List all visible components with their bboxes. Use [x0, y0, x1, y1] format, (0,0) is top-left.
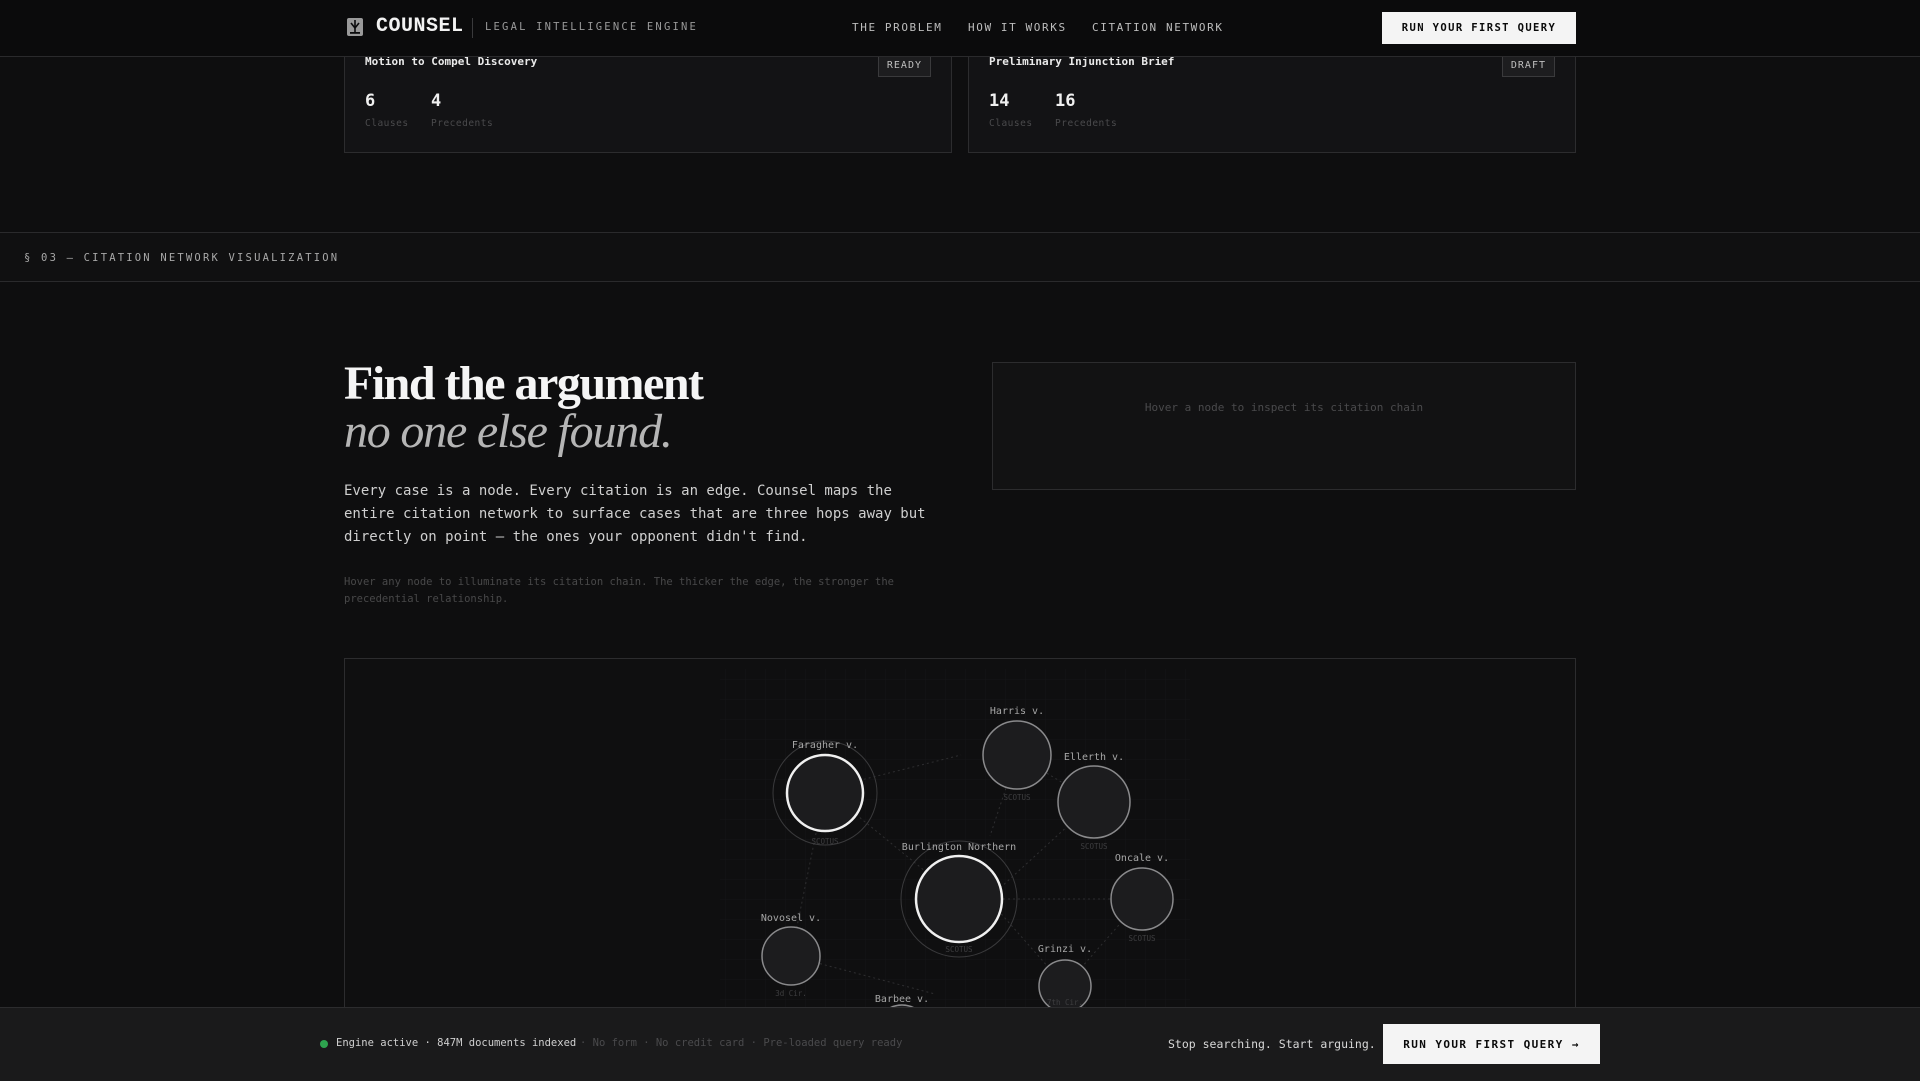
node-label: Novosel v.: [761, 913, 821, 924]
brand-divider: [472, 18, 473, 38]
clauses-count: 6: [365, 91, 376, 111]
node-court: SCOTUS: [1128, 934, 1156, 943]
scales-icon: [347, 18, 363, 36]
node-label: Harris v.: [990, 706, 1044, 717]
inspector-placeholder: Hover a node to inspect its citation cha…: [1144, 401, 1424, 414]
brand-name[interactable]: COUNSEL: [376, 15, 464, 38]
hero-body: Every case is a node. Every citation is …: [344, 483, 926, 545]
nav-link-the-problem[interactable]: THE PROBLEM: [852, 21, 942, 34]
node-court: SCOTUS: [945, 945, 973, 954]
graph-node-faragher[interactable]: Faragher v. SCOTUS: [772, 740, 878, 846]
nav-link-citation-network[interactable]: CITATION NETWORK: [1092, 21, 1224, 34]
engine-status-details: · No form · No credit card · Pre-loaded …: [580, 1037, 903, 1049]
run-query-button-bottom[interactable]: RUN YOUR FIRST QUERY →: [1383, 1024, 1600, 1064]
graph-node-grinzi[interactable]: Grinzi v. 7th Cir.: [1038, 944, 1092, 1007]
status-badge: DRAFT: [1501, 55, 1555, 77]
sticky-cta-bar: [0, 1007, 1920, 1081]
node-court: 3d Cir.: [775, 989, 807, 998]
clauses-label: Clauses: [365, 118, 409, 129]
section-label: § 03 — CITATION NETWORK VISUALIZATION: [24, 252, 340, 264]
status-badge: READY: [877, 55, 931, 77]
node-label: Barbee v.: [875, 994, 929, 1005]
status-indicator-icon: [320, 1040, 328, 1048]
citation-graph: Faragher v. SCOTUS Harris v. SCOTUS Elle…: [720, 669, 1190, 1007]
node-court: 7th Cir.: [1047, 998, 1083, 1007]
precedents-label: Precedents: [431, 118, 494, 129]
hero-hint: Hover any node to illuminate its citatio…: [344, 576, 894, 605]
nav-link-how-it-works[interactable]: HOW IT WORKS: [968, 21, 1067, 34]
citation-inspector-panel: Hover a node to inspect its citation cha…: [992, 362, 1576, 490]
brand-tagline: LEGAL INTELLIGENCE ENGINE: [485, 21, 699, 33]
precedents-label: Precedents: [1055, 118, 1118, 129]
node-label: Ellerth v.: [1064, 752, 1124, 763]
footer-tagline: Stop searching. Start arguing.: [1168, 1037, 1376, 1051]
precedents-count: 16: [1055, 91, 1076, 111]
clauses-count: 14: [989, 91, 1010, 111]
engine-status: Engine active · 847M documents indexed: [336, 1037, 577, 1049]
node-court: SCOTUS: [811, 837, 839, 846]
node-label: Grinzi v.: [1038, 944, 1092, 955]
node-court: SCOTUS: [1003, 793, 1031, 802]
hero-headline-italic: no one else found.: [344, 405, 673, 458]
run-query-button[interactable]: RUN YOUR FIRST QUERY: [1382, 12, 1576, 44]
node-label: Burlington Northern: [902, 842, 1016, 853]
node-label: Faragher v.: [792, 740, 858, 751]
clauses-label: Clauses: [989, 118, 1033, 129]
node-court: SCOTUS: [1080, 842, 1108, 851]
hero-headline: Find the argument: [344, 357, 704, 410]
precedents-count: 4: [431, 91, 442, 111]
top-nav: [0, 0, 1920, 57]
node-label: Oncale v.: [1115, 853, 1169, 864]
